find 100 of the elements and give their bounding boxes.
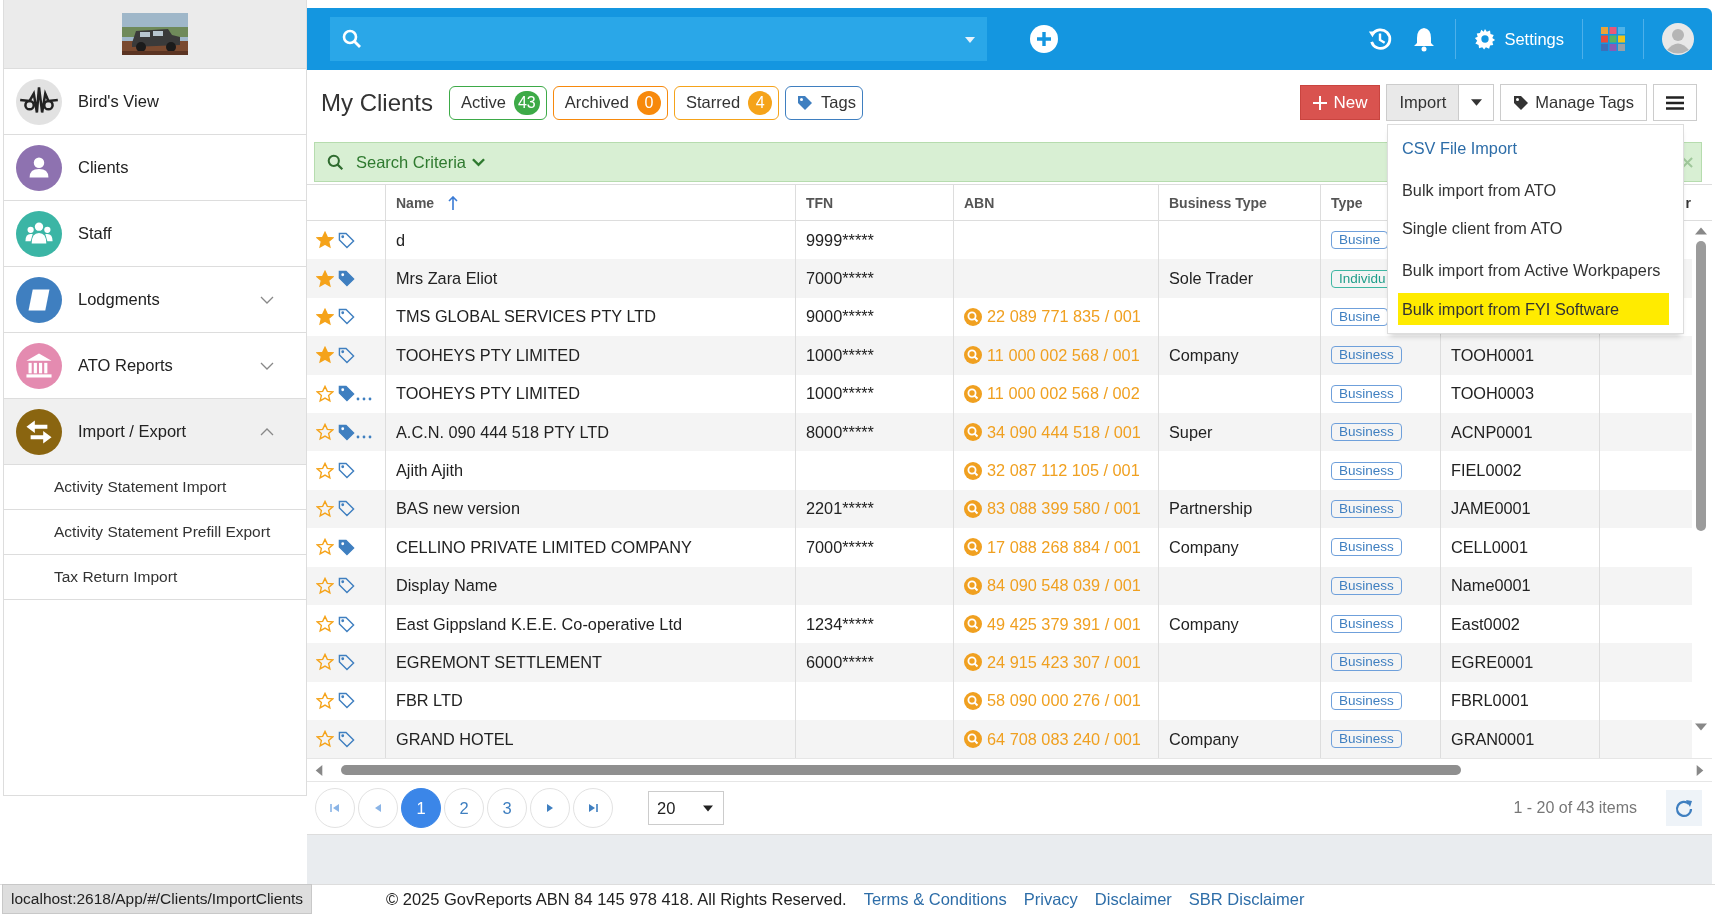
search-icon[interactable] (964, 576, 982, 595)
star-icon[interactable] (316, 691, 334, 710)
avatar-icon[interactable] (1662, 23, 1694, 55)
search-icon[interactable] (964, 499, 982, 518)
tag-icon[interactable] (338, 500, 355, 518)
star-icon[interactable] (316, 384, 334, 403)
column-header[interactable]: TFN (806, 194, 834, 211)
filter-tab[interactable]: Archived 0 (552, 85, 668, 120)
footer-link[interactable]: Disclaimer (1094, 890, 1172, 909)
tag-icon[interactable] (338, 346, 355, 364)
client-name[interactable]: d (396, 230, 406, 250)
search-icon[interactable] (964, 461, 982, 480)
client-name[interactable]: BAS new version (396, 499, 520, 519)
column-header[interactable]: Name (396, 194, 435, 211)
tag-icon[interactable] (338, 270, 355, 288)
footer-link[interactable]: Privacy (1023, 890, 1078, 909)
page-size-select[interactable]: 20 (648, 791, 724, 826)
search-icon[interactable] (964, 691, 982, 710)
star-icon[interactable] (316, 615, 334, 634)
menu-item[interactable]: Single client from ATO (1388, 209, 1683, 247)
sidebar-subitem[interactable]: Activity Statement Prefill Export (4, 510, 306, 555)
scroll-left-icon[interactable] (315, 764, 323, 776)
scroll-right-icon[interactable] (1696, 764, 1704, 776)
client-name[interactable]: Display Name (396, 576, 498, 596)
page-button[interactable]: 3 (487, 788, 527, 829)
star-icon[interactable] (316, 307, 334, 326)
search-icon[interactable] (964, 384, 982, 403)
menu-button[interactable] (1653, 84, 1697, 121)
star-icon[interactable] (316, 576, 334, 595)
client-name[interactable]: CELLINO PRIVATE LIMITED COMPANY (396, 537, 692, 557)
client-name[interactable]: Ajith Ajith (396, 461, 463, 481)
client-name[interactable]: EGREMONT SETTLEMENT (396, 653, 602, 672)
menu-item[interactable]: Bulk import from FYI Software (1398, 293, 1669, 325)
sidebar-item[interactable]: Lodgments (4, 267, 306, 333)
star-icon[interactable] (316, 730, 334, 749)
filter-tab[interactable]: Starred 4 (673, 85, 780, 120)
history-icon[interactable] (1367, 26, 1394, 52)
tag-icon[interactable] (338, 577, 355, 595)
filter-tab[interactable]: Tags (785, 85, 863, 120)
tag-icon[interactable] (338, 654, 355, 671)
search-icon[interactable] (964, 538, 982, 557)
search-icon[interactable] (964, 346, 982, 365)
filter-tab[interactable]: Active 43 (449, 85, 547, 120)
star-icon[interactable] (316, 231, 334, 250)
sidebar-item[interactable]: Import / Export (4, 399, 306, 465)
star-icon[interactable] (316, 346, 334, 365)
client-name[interactable]: A.C.N. 090 444 518 PTY LTD (396, 422, 609, 442)
import-button[interactable]: Import (1387, 85, 1460, 120)
star-icon[interactable] (316, 653, 334, 672)
search-icon[interactable] (964, 423, 982, 442)
more-icon[interactable] (356, 396, 372, 401)
tag-icon[interactable] (338, 730, 355, 748)
footer-link[interactable]: SBR Disclaimer (1188, 890, 1305, 909)
footer-link[interactable]: Terms & Conditions (863, 890, 1007, 909)
tag-icon[interactable] (338, 385, 355, 403)
sidebar-item[interactable]: Staff (4, 201, 306, 267)
column-header[interactable]: Type (1331, 194, 1363, 211)
tag-icon[interactable] (338, 231, 355, 249)
tag-icon[interactable] (338, 538, 355, 556)
sidebar-item[interactable]: Clients (4, 135, 306, 201)
manage-tags-button[interactable]: Manage Tags (1500, 84, 1647, 121)
sidebar-subitem[interactable]: Tax Return Import (4, 555, 306, 600)
page-button[interactable]: 1 (401, 788, 441, 829)
client-name[interactable]: TMS GLOBAL SERVICES PTY LTD (396, 307, 656, 327)
sidebar-item[interactable]: Bird's View (4, 69, 306, 135)
apps-icon[interactable] (1601, 27, 1625, 51)
client-name[interactable]: GRAND HOTEL (396, 729, 514, 749)
tag-icon[interactable] (338, 308, 355, 326)
sidebar-subitem[interactable]: Activity Statement Import (4, 465, 306, 510)
star-icon[interactable] (316, 423, 334, 442)
search-icon[interactable] (964, 307, 982, 326)
more-icon[interactable] (356, 435, 372, 440)
column-header[interactable]: Business Type (1169, 194, 1267, 211)
close-icon[interactable] (1682, 156, 1693, 168)
client-name[interactable]: Mrs Zara Eliot (396, 269, 498, 289)
search-icon[interactable] (964, 730, 982, 749)
tag-icon[interactable] (338, 462, 355, 480)
refresh-button[interactable] (1666, 790, 1702, 827)
last-page-button[interactable] (573, 788, 613, 829)
search-icon[interactable] (964, 615, 982, 634)
column-header[interactable]: r (1685, 194, 1691, 211)
star-icon[interactable] (316, 499, 334, 518)
star-icon[interactable] (316, 269, 334, 288)
client-name[interactable]: FBR LTD (396, 691, 463, 711)
scroll-down-icon[interactable] (1695, 723, 1707, 731)
search-field[interactable] (330, 17, 987, 61)
tag-icon[interactable] (338, 615, 355, 633)
scroll-up-icon[interactable] (1695, 227, 1707, 235)
new-button[interactable]: New (1300, 85, 1381, 120)
tag-icon[interactable] (338, 423, 355, 441)
star-icon[interactable] (316, 461, 334, 480)
column-header[interactable]: ABN (964, 194, 995, 211)
client-name[interactable]: TOOHEYS PTY LIMITED (396, 384, 580, 404)
client-name[interactable]: East Gippsland K.E.E. Co-operative Ltd (396, 614, 682, 634)
page-button[interactable]: 2 (444, 788, 484, 829)
star-icon[interactable] (316, 538, 334, 557)
search-icon[interactable] (964, 653, 982, 672)
add-icon[interactable] (1029, 24, 1059, 54)
client-name[interactable]: TOOHEYS PTY LIMITED (396, 345, 580, 365)
tag-icon[interactable] (338, 692, 355, 710)
